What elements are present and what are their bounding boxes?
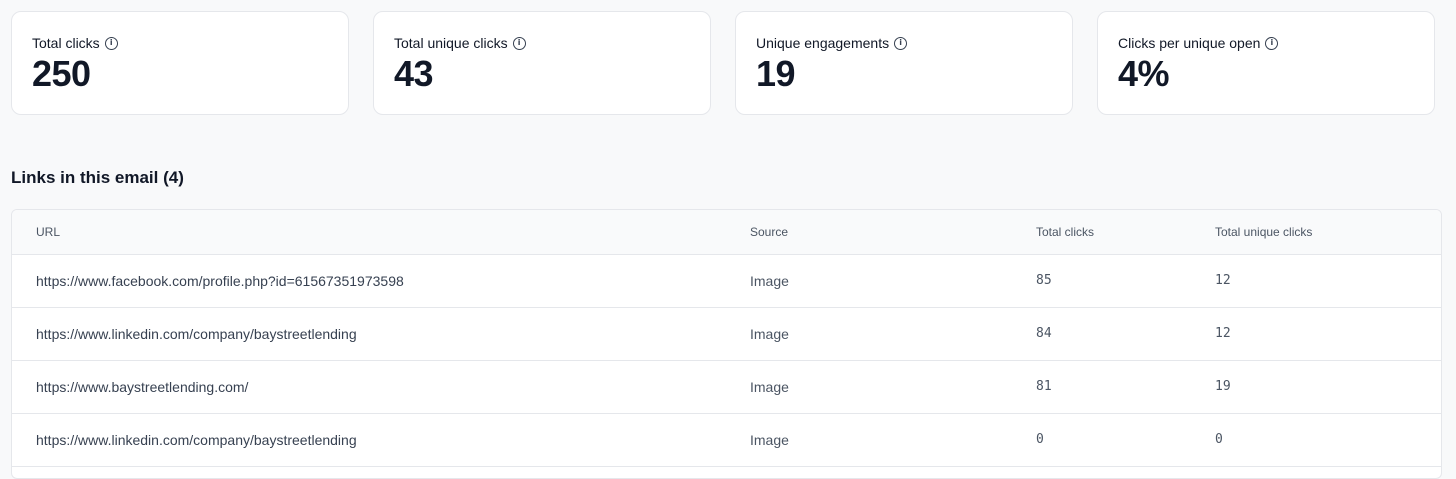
stat-card-total-clicks: Total clicks i 250 <box>11 11 349 115</box>
stat-card-total-unique-clicks: Total unique clicks i 43 <box>373 11 711 115</box>
info-icon[interactable]: i <box>894 36 908 50</box>
table-header: URL Source Total clicks Total unique cli… <box>12 210 1441 255</box>
stat-card-unique-engagements: Unique engagements i 19 <box>735 11 1073 115</box>
cell-total-clicks: 85 <box>1036 254 1215 308</box>
cell-url[interactable]: https://www.facebook.com/profile.php?id=… <box>12 254 750 308</box>
stats-row: Total clicks i 250 Total unique clicks i… <box>11 11 1435 115</box>
stat-label: Clicks per unique open <box>1118 35 1261 51</box>
stat-value: 4% <box>1118 53 1170 94</box>
column-header-total-clicks[interactable]: Total clicks <box>1036 210 1215 255</box>
cell-source: Image <box>750 307 1036 361</box>
info-icon[interactable]: i <box>512 36 526 50</box>
table-header-row: URL Source Total clicks Total unique cli… <box>12 210 1441 255</box>
stat-card-clicks-per-unique-open: Clicks per unique open i 4% <box>1097 11 1435 115</box>
cell-url[interactable]: https://www.baystreetlending.com/ <box>12 360 750 414</box>
cell-url[interactable]: https://www.linkedin.com/company/baystre… <box>12 307 750 361</box>
cell-source: Image <box>750 254 1036 308</box>
info-icon[interactable]: i <box>1265 36 1279 50</box>
cell-unique-clicks: 0 <box>1215 413 1441 467</box>
links-section-title: Links in this email (4) <box>11 168 184 187</box>
column-header-source[interactable]: Source <box>750 210 1036 255</box>
cell-source: Image <box>750 413 1036 467</box>
info-icon[interactable]: i <box>104 36 118 50</box>
stat-label-row: Total unique clicks i <box>394 34 690 52</box>
stat-label: Total clicks <box>32 35 100 51</box>
table-row: https://www.facebook.com/profile.php?id=… <box>12 254 1441 308</box>
stat-label: Total unique clicks <box>394 35 508 51</box>
links-table-container: URL Source Total clicks Total unique cli… <box>11 209 1442 479</box>
links-table: URL Source Total clicks Total unique cli… <box>12 210 1441 467</box>
stat-value: 43 <box>394 53 434 94</box>
cell-unique-clicks: 19 <box>1215 360 1441 414</box>
stat-value: 250 <box>32 53 91 94</box>
stat-label-row: Total clicks i <box>32 34 328 52</box>
stat-value: 19 <box>756 53 796 94</box>
stat-label-row: Unique engagements i <box>756 34 1052 52</box>
cell-url[interactable]: https://www.linkedin.com/company/baystre… <box>12 413 750 467</box>
table-body: https://www.facebook.com/profile.php?id=… <box>12 254 1441 467</box>
cell-source: Image <box>750 360 1036 414</box>
table-row: https://www.linkedin.com/company/baystre… <box>12 413 1441 467</box>
column-header-total-unique-clicks[interactable]: Total unique clicks <box>1215 210 1441 255</box>
column-header-url[interactable]: URL <box>12 210 750 255</box>
cell-total-clicks: 81 <box>1036 360 1215 414</box>
cell-unique-clicks: 12 <box>1215 307 1441 361</box>
stat-label: Unique engagements <box>756 35 890 51</box>
stat-label-row: Clicks per unique open i <box>1118 34 1414 52</box>
table-row: https://www.linkedin.com/company/baystre… <box>12 307 1441 361</box>
cell-total-clicks: 0 <box>1036 413 1215 467</box>
cell-total-clicks: 84 <box>1036 307 1215 361</box>
table-row: https://www.baystreetlending.com/ Image … <box>12 360 1441 414</box>
cell-unique-clicks: 12 <box>1215 254 1441 308</box>
